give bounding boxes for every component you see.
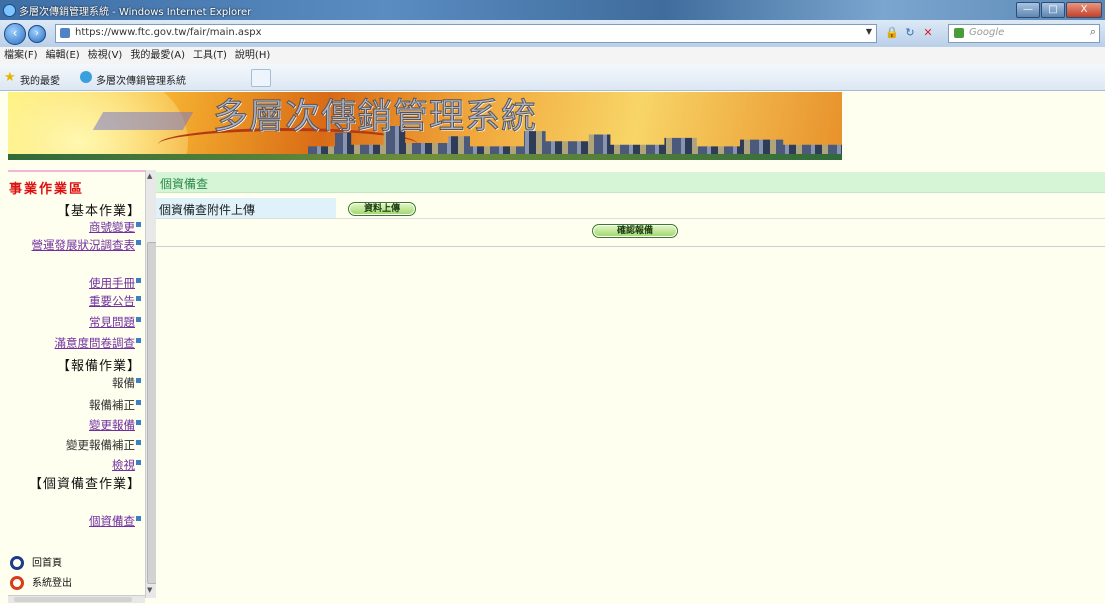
page-icon [60,28,70,38]
tab-page-icon [80,71,92,83]
menu-file[interactable]: 檔案(F) [0,47,42,64]
refresh-icon[interactable]: ↻ [902,24,918,41]
menu-bar: 檔案(F) 編輯(E) 檢視(V) 我的最愛(A) 工具(T) 說明(H) [0,47,1105,65]
sidebar-item-faq[interactable]: 常見問題 [89,315,141,329]
sidebar-item-report-correction[interactable]: 報備補正 [89,398,141,412]
search-icon[interactable]: ⌕ [1090,25,1096,39]
close-button[interactable]: X [1066,2,1102,18]
address-url: https://www.ftc.gov.tw/fair/main.aspx [75,27,262,38]
back-button[interactable]: ‹ [4,23,26,45]
sidebar-item-view[interactable]: 檢視 [112,458,141,472]
sidebar-area-title: 事業作業區 [9,182,85,197]
menu-help[interactable]: 說明(H) [231,47,274,64]
section-privacy: 【個資備查作業】 [28,477,141,492]
sidebar-item-survey[interactable]: 營運發展狀況調查表 [21,238,141,252]
logout-link[interactable]: 系統登出 [10,574,72,590]
window-title: 多層次傳銷管理系統 - Windows Internet Explorer [19,7,252,18]
search-provider-icon [954,28,964,38]
sidebar-item-privacy-filing[interactable]: 個資備查 [89,514,141,528]
home-ring-icon [10,556,24,570]
main-content: 個資備查 個資備查附件上傳 資料上傳 確認報備 [156,172,1105,602]
upload-label-cell: 個資備查附件上傳 [156,198,336,218]
section-header: 個資備查 [156,172,1105,193]
stop-icon[interactable]: ✕ [920,24,936,41]
upload-button[interactable]: 資料上傳 [348,202,416,216]
search-field[interactable]: Google ⌕ [948,24,1100,43]
security-lock-icon[interactable]: 🔒 [884,24,900,41]
section-basic: 【基本作業】 [56,204,141,219]
scroll-down-icon[interactable]: ▼ [147,586,152,594]
minimize-button[interactable]: — [1016,2,1040,18]
site-banner: 多層次傳銷管理系統 [8,92,842,160]
sidebar-item-satisfaction[interactable]: 滿意度問卷調查 [55,336,141,350]
section-report: 【報備作業】 [56,359,141,374]
menu-tools[interactable]: 工具(T) [189,47,231,64]
menu-edit[interactable]: 編輯(E) [42,47,84,64]
action-row: 確認報備 [156,219,1105,247]
banner-title: 多層次傳銷管理系統 [212,97,538,138]
favorites-star-icon[interactable]: ★ [4,70,16,85]
scroll-up-icon[interactable]: ▲ [147,172,152,180]
favorites-bar: ★ 我的最愛 多層次傳銷管理系統 [0,64,1105,91]
logout-ring-icon [10,576,24,590]
menu-favorites[interactable]: 我的最愛(A) [126,47,189,64]
new-tab-button[interactable] [251,69,271,87]
sidebar-item-change-report-correction[interactable]: 變更報備補正 [66,438,141,452]
upload-label: 個資備查附件上傳 [159,203,256,217]
sidebar: 事業作業區 【基本作業】 商號變更 營運發展狀況調查表 使用手冊 重要公告 常見… [8,170,145,604]
forward-button[interactable]: › [28,25,46,43]
sidebar-vertical-scrollbar[interactable]: ▲ ▼ [145,170,157,598]
tab-title[interactable]: 多層次傳銷管理系統 [96,72,186,87]
hscroll-thumb[interactable] [14,597,132,602]
chevron-down-icon[interactable]: ▼ [866,27,872,36]
home-link[interactable]: 回首頁 [10,554,62,570]
search-placeholder: Google [969,27,1005,38]
maximize-button[interactable]: □ [1041,2,1065,18]
sidebar-item-announcements[interactable]: 重要公告 [89,294,141,308]
menu-view[interactable]: 檢視(V) [84,47,127,64]
sidebar-item-report[interactable]: 報備 [112,376,141,390]
sidebar-item-change-report[interactable]: 變更報備 [89,418,141,432]
favorites-label[interactable]: 我的最愛 [20,72,60,87]
upload-row: 個資備查附件上傳 資料上傳 [156,198,1105,219]
window-titlebar: 多層次傳銷管理系統 - Windows Internet Explorer — … [0,0,1105,20]
sidebar-item-manual[interactable]: 使用手冊 [89,276,141,290]
address-toolbar: ‹ › https://www.ftc.gov.tw/fair/main.asp… [0,20,1105,47]
page-title: 個資備查 [160,177,209,191]
sidebar-item-change-name[interactable]: 商號變更 [89,220,141,234]
ie-logo-icon [3,4,16,17]
address-field[interactable]: https://www.ftc.gov.tw/fair/main.aspx ▼ [55,24,877,43]
confirm-report-button[interactable]: 確認報備 [592,224,678,238]
